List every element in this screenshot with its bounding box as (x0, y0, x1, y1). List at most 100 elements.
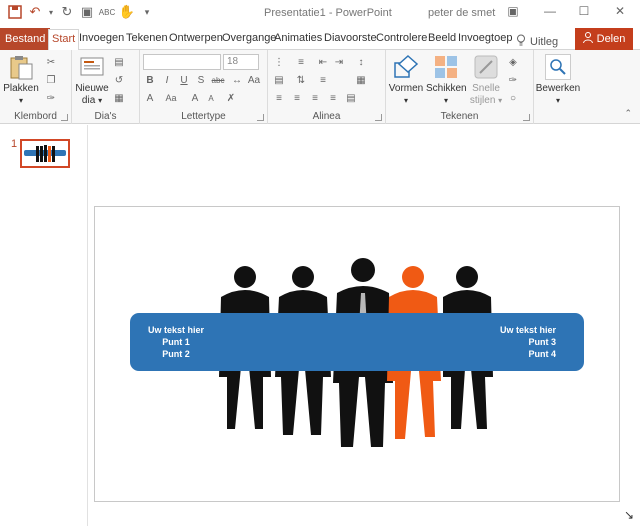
align-left-icon[interactable]: ≡ (272, 92, 286, 105)
shape-outline-icon[interactable]: ✑ (506, 74, 520, 87)
tab-home[interactable]: Start (48, 29, 80, 51)
underline-icon[interactable]: U (177, 74, 191, 87)
left-text-block[interactable]: Uw tekst hier Punt 1 Punt 2 (148, 324, 204, 360)
tab-animations[interactable]: Animaties (274, 29, 322, 50)
paste-button[interactable]: Plakken ▾ (3, 54, 39, 107)
window-title: Presentatie1 - PowerPoint (264, 7, 392, 19)
tab-file[interactable]: Bestand (0, 28, 51, 50)
dropdown-icon[interactable]: ▾ (48, 4, 54, 20)
group-paragraph: ⋮ ≡ ⇤ ⇥ ↕ ▤ ⇅ ≡ ▦ ≡ ≡ ≡ ≡ ▤ Alinea (268, 50, 386, 124)
section-icon[interactable]: ▦ (112, 92, 126, 105)
layout-icon[interactable]: ▤ (112, 56, 126, 69)
close-icon[interactable]: ✕ (610, 4, 630, 20)
shadow-icon[interactable]: S (194, 74, 208, 87)
text-direction-icon[interactable]: ⇅ (294, 74, 308, 87)
align-text-icon[interactable]: ≡ (316, 74, 330, 87)
paragraph-launcher-icon[interactable] (375, 114, 382, 121)
text-banner[interactable]: Uw tekst hier Punt 1 Punt 2 Uw tekst hie… (130, 313, 584, 371)
touch-mode-icon[interactable]: ✋ (119, 4, 135, 20)
tab-slideshow[interactable]: Diavoorste (324, 29, 377, 50)
bullets-icon[interactable]: ⋮ (272, 56, 286, 69)
tab-review[interactable]: Controlere (376, 29, 427, 50)
slide-canvas[interactable]: Uw tekst hier Punt 1 Punt 2 Uw tekst hie… (94, 206, 620, 502)
justify-icon[interactable]: ≡ (326, 92, 340, 105)
redo-icon[interactable]: ↻ (60, 4, 74, 20)
case-icon[interactable]: Aa (247, 74, 261, 87)
maximize-icon[interactable]: ☐ (574, 4, 594, 20)
tab-transitions[interactable]: Overgange (222, 29, 276, 50)
decrease-indent-icon[interactable]: ⇤ (316, 56, 330, 69)
collapse-ribbon-icon[interactable]: ⌃ (624, 108, 632, 119)
grow-font-icon[interactable]: A (188, 92, 202, 105)
right-text-block[interactable]: Uw tekst hier Punt 3 Punt 4 (500, 324, 556, 360)
slides-pane: 1 (0, 125, 88, 526)
tab-view[interactable]: Beeld (428, 29, 456, 50)
clipboard-icon (8, 54, 34, 80)
font-name-dropdown[interactable] (143, 54, 221, 70)
shapes-icon (393, 54, 419, 80)
bold-icon[interactable]: B (143, 74, 157, 87)
cut-icon[interactable]: ✂ (44, 56, 58, 69)
font-size-dropdown[interactable]: 18 (223, 54, 259, 70)
align-right-icon[interactable]: ≡ (308, 92, 322, 105)
font-launcher-icon[interactable] (257, 114, 264, 121)
shapes-button[interactable]: Vormen ▾ (388, 54, 424, 107)
clipboard-launcher-icon[interactable] (61, 114, 68, 121)
left-point-2: Punt 2 (162, 349, 190, 359)
spacing-icon[interactable]: ↔ (230, 74, 244, 87)
line-spacing-icon[interactable]: ↕ (354, 56, 368, 69)
lightbulb-icon (516, 34, 526, 49)
title-bar: ↶ ▾ ↻ ▣ ABC ✋ ▾ Presentatie1 - PowerPoin… (0, 0, 640, 26)
ribbon-display-icon[interactable]: ▣ (503, 4, 523, 20)
resize-cursor-icon: ↘ (623, 508, 634, 522)
tab-draw[interactable]: Tekenen (126, 29, 168, 50)
undo-icon[interactable]: ↶ (28, 4, 42, 20)
group-label-drawing: Tekenen (440, 111, 479, 122)
minimize-icon[interactable]: — (540, 4, 560, 20)
spelling-icon[interactable]: ABC (99, 4, 115, 20)
tell-me-box[interactable]: Uitleg (516, 34, 558, 49)
drawing-launcher-icon[interactable] (523, 114, 530, 121)
new-slide-button[interactable]: Nieuwe dia ▾ (74, 54, 110, 107)
customize-qat-icon[interactable]: ▾ (140, 4, 154, 20)
right-point-4: Punt 4 (528, 349, 556, 359)
group-label-font: Lettertype (181, 111, 226, 122)
present-icon[interactable]: ▣ (80, 4, 94, 20)
smartart-icon[interactable]: ▦ (354, 74, 368, 87)
shape-effects-icon[interactable]: ○ (506, 92, 520, 105)
strikethrough-icon[interactable]: abc (211, 74, 225, 87)
reset-icon[interactable]: ↺ (112, 74, 126, 87)
font-color-icon[interactable]: A (143, 92, 157, 105)
shrink-font-icon[interactable]: A (204, 92, 218, 105)
ribbon: Plakken ▾ ✂ ❐ ✑ Klembord Nieuwe dia ▾ ▤ ↺… (0, 50, 640, 124)
italic-icon[interactable]: I (160, 74, 174, 87)
increase-indent-icon[interactable]: ⇥ (332, 56, 346, 69)
search-icon (545, 54, 571, 80)
clear-format-icon[interactable]: ✗ (224, 92, 238, 105)
group-clipboard: Plakken ▾ ✂ ❐ ✑ Klembord (0, 50, 72, 124)
change-case-icon[interactable]: Aa (164, 92, 178, 105)
align-center-icon[interactable]: ≡ (290, 92, 304, 105)
format-painter-icon[interactable]: ✑ (44, 92, 58, 105)
slide-number: 1 (11, 138, 18, 150)
editing-button[interactable]: Bewerken ▾ (534, 54, 582, 107)
tab-design[interactable]: Ontwerpen (169, 29, 223, 50)
user-name[interactable]: peter de smet (428, 7, 495, 19)
columns-icon[interactable]: ▤ (272, 74, 286, 87)
arrange-button[interactable]: Schikken ▾ (426, 54, 467, 107)
shape-fill-icon[interactable]: ◈ (506, 56, 520, 69)
numbering-icon[interactable]: ≡ (294, 56, 308, 69)
group-label-paragraph: Alinea (312, 111, 341, 122)
right-heading: Uw tekst hier (499, 325, 556, 335)
distribute-icon[interactable]: ▤ (344, 92, 358, 105)
group-label-slides: Dia's (94, 111, 117, 122)
quick-styles-icon (473, 54, 499, 80)
share-button[interactable]: Delen (575, 28, 633, 50)
tab-addins[interactable]: Invoegtoep (458, 29, 512, 50)
quick-styles-button[interactable]: Snelle stijlen ▾ (468, 54, 504, 107)
slide-thumbnail[interactable] (20, 139, 70, 168)
save-icon[interactable] (8, 4, 22, 20)
left-point-1: Punt 1 (162, 337, 190, 347)
tab-insert[interactable]: Invoegen (79, 29, 124, 50)
copy-icon[interactable]: ❐ (44, 74, 58, 87)
